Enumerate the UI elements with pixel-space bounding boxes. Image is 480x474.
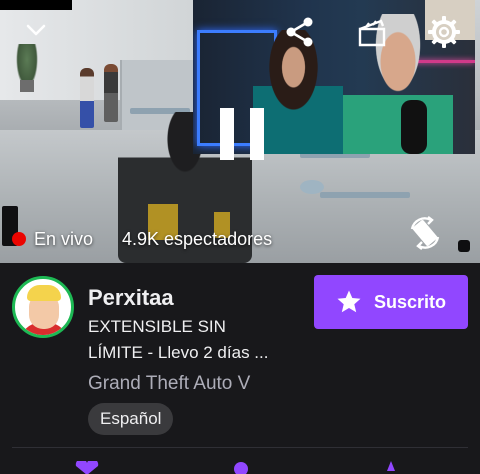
live-label: En vivo	[34, 228, 94, 249]
stream-title-line1: EXTENSIBLE SIN	[88, 317, 226, 336]
person-icon[interactable]	[226, 461, 256, 474]
rotate-screen-button[interactable]	[404, 212, 446, 254]
star-icon	[337, 290, 361, 313]
video-player[interactable]: En vivo 4.9K espectadores	[0, 0, 480, 263]
channel-name[interactable]: Perxitaa	[88, 285, 174, 311]
subscribed-button[interactable]: Suscrito	[314, 275, 468, 329]
divider	[12, 447, 468, 448]
gear-icon	[428, 16, 460, 48]
share-icon	[286, 17, 313, 47]
stream-info: Perxitaa EXTENSIBLE SIN LÍMITE - Llevo 2…	[0, 263, 480, 474]
live-indicator: En vivo	[12, 227, 93, 251]
scene-npc	[104, 64, 118, 122]
settings-button[interactable]	[424, 12, 464, 52]
avatar-hair	[27, 285, 61, 301]
game-link[interactable]: Grand Theft Auto V	[88, 373, 250, 395]
share-button[interactable]	[280, 12, 320, 52]
viewer-count: 4.9K espectadores	[122, 229, 273, 249]
subscribed-label: Suscrito	[373, 291, 447, 312]
clip-icon	[358, 19, 386, 47]
chevron-down-icon	[26, 24, 46, 36]
language-tag[interactable]: Español	[88, 403, 174, 435]
pause-icon	[220, 108, 264, 160]
status-bar-strip	[0, 0, 72, 10]
star-outline-icon[interactable]	[376, 461, 406, 474]
scene-stool	[300, 180, 324, 194]
avatar[interactable]	[12, 276, 74, 338]
scene-bench	[320, 192, 410, 198]
scene-plant-pot	[20, 80, 34, 92]
scene-npc	[80, 68, 94, 128]
collapse-button[interactable]	[20, 14, 52, 46]
microphone	[401, 100, 427, 154]
stream-title-line2: LÍMITE - Llevo 2 días ...	[88, 343, 269, 362]
action-bar	[0, 461, 480, 474]
mini-indicator	[458, 240, 470, 252]
heart-icon[interactable]	[72, 461, 102, 474]
live-dot-icon	[12, 232, 26, 246]
rotate-screen-icon	[410, 216, 440, 250]
clip-button[interactable]	[352, 12, 392, 52]
pause-button[interactable]	[212, 104, 272, 164]
